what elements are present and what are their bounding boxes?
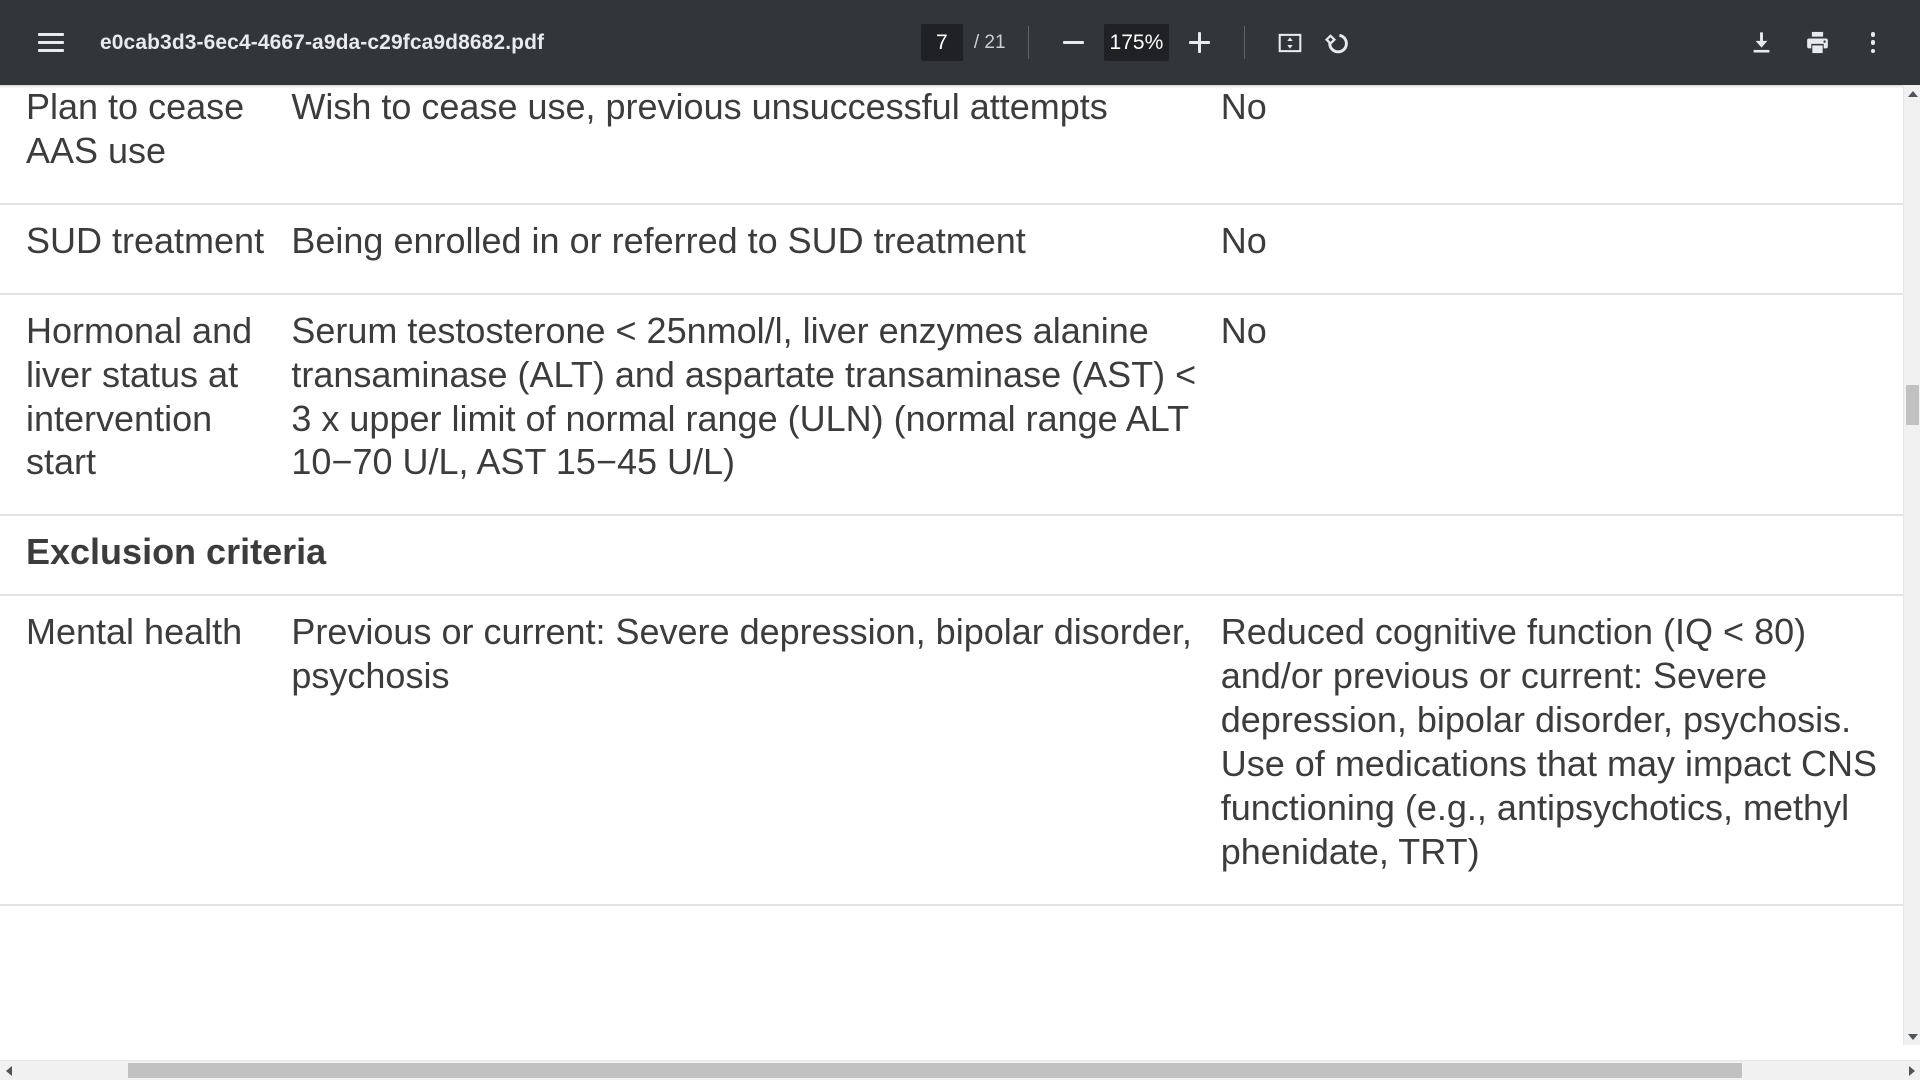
zoom-in-button[interactable] — [1176, 20, 1222, 66]
criteria-table-body: Plan to cease AAS use Wish to cease use,… — [0, 85, 1904, 906]
toolbar-left-group: e0cab3d3-6ec4-4667-a9da-c29fca9d8682.pdf — [0, 18, 544, 68]
zoom-level-value[interactable]: 175% — [1103, 24, 1170, 61]
horizontal-scrollbar-thumb[interactable] — [128, 1063, 1742, 1078]
pdf-page-7: Plan to cease AAS use Wish to cease use,… — [0, 85, 1904, 1045]
rotate-button[interactable] — [1313, 20, 1359, 66]
hamburger-glyph — [38, 33, 64, 52]
scroll-up-button[interactable] — [1904, 85, 1920, 102]
scroll-left-arrow-icon — [5, 1065, 12, 1076]
horizontal-scrollbar[interactable] — [0, 1060, 1920, 1080]
table-section-header-row: Exclusion criteria — [0, 515, 1904, 597]
page-navigation: / 21 — [920, 24, 1006, 61]
plus-icon — [1188, 32, 1210, 53]
print-button[interactable] — [1792, 18, 1842, 68]
more-vertical-icon — [1870, 32, 1876, 53]
scroll-right-arrow-icon — [1908, 1065, 1915, 1076]
scroll-right-button[interactable] — [1903, 1061, 1920, 1080]
table-row: Mental health Previous or current: Sever… — [0, 595, 1904, 906]
row-inclusion-cell: Previous or current: Severe depression, … — [291, 595, 1221, 906]
page-total-label: / 21 — [973, 31, 1006, 53]
fit-to-page-icon — [1278, 33, 1302, 52]
rotate-clockwise-icon — [1324, 33, 1348, 54]
row-inclusion-cell: Wish to cease use, previous unsuccessful… — [291, 85, 1221, 205]
row-inclusion-cell: Serum testosterone < 25nmol/l, liver enz… — [291, 293, 1221, 517]
criteria-table: Plan to cease AAS use Wish to cease use,… — [0, 85, 1904, 906]
row-label-cell: Hormonal and liver status at interventio… — [0, 293, 292, 517]
scroll-left-button[interactable] — [0, 1061, 17, 1080]
table-row: SUD treatment Being enrolled in or refer… — [0, 203, 1904, 295]
zoom-controls: 175% — [1051, 20, 1223, 66]
row-value-cell: No — [1220, 293, 1904, 517]
scroll-up-arrow-icon — [1907, 90, 1918, 97]
fit-to-page-button[interactable] — [1267, 20, 1313, 66]
page-number-input[interactable] — [920, 24, 963, 61]
toolbar-center-group: / 21 175% — [544, 20, 1736, 66]
hamburger-menu-icon[interactable] — [26, 18, 76, 68]
toolbar-divider — [1027, 26, 1029, 59]
pdf-viewer[interactable]: Plan to cease AAS use Wish to cease use,… — [0, 85, 1920, 1080]
vertical-scrollbar[interactable] — [1903, 85, 1920, 1045]
minus-icon — [1063, 41, 1085, 44]
scroll-down-arrow-icon — [1907, 1033, 1918, 1040]
row-inclusion-cell: Being enrolled in or referred to SUD tre… — [291, 203, 1221, 295]
section-header-label: Exclusion criteria — [0, 515, 1904, 597]
toolbar-divider-2 — [1244, 26, 1246, 59]
zoom-out-button[interactable] — [1051, 20, 1097, 66]
download-icon — [1753, 32, 1769, 53]
table-row: Hormonal and liver status at interventio… — [0, 293, 1904, 517]
scroll-down-button[interactable] — [1904, 1028, 1920, 1045]
download-button[interactable] — [1736, 18, 1786, 68]
row-label-cell: Mental health — [0, 595, 292, 906]
table-row: Plan to cease AAS use Wish to cease use,… — [0, 85, 1904, 205]
row-value-cell: No — [1220, 85, 1904, 205]
row-label-cell: Plan to cease AAS use — [0, 85, 292, 205]
toolbar-right-group — [1736, 18, 1920, 68]
row-label-cell: SUD treatment — [0, 203, 292, 295]
pdf-toolbar: e0cab3d3-6ec4-4667-a9da-c29fca9d8682.pdf… — [0, 0, 1920, 85]
more-options-button[interactable] — [1848, 18, 1898, 68]
row-value-cell: Reduced cognitive function (IQ < 80) and… — [1220, 595, 1904, 906]
row-value-cell: No — [1220, 203, 1904, 295]
print-icon — [1806, 31, 1828, 54]
document-title: e0cab3d3-6ec4-4667-a9da-c29fca9d8682.pdf — [100, 30, 545, 54]
vertical-scrollbar-thumb[interactable] — [1906, 385, 1919, 425]
